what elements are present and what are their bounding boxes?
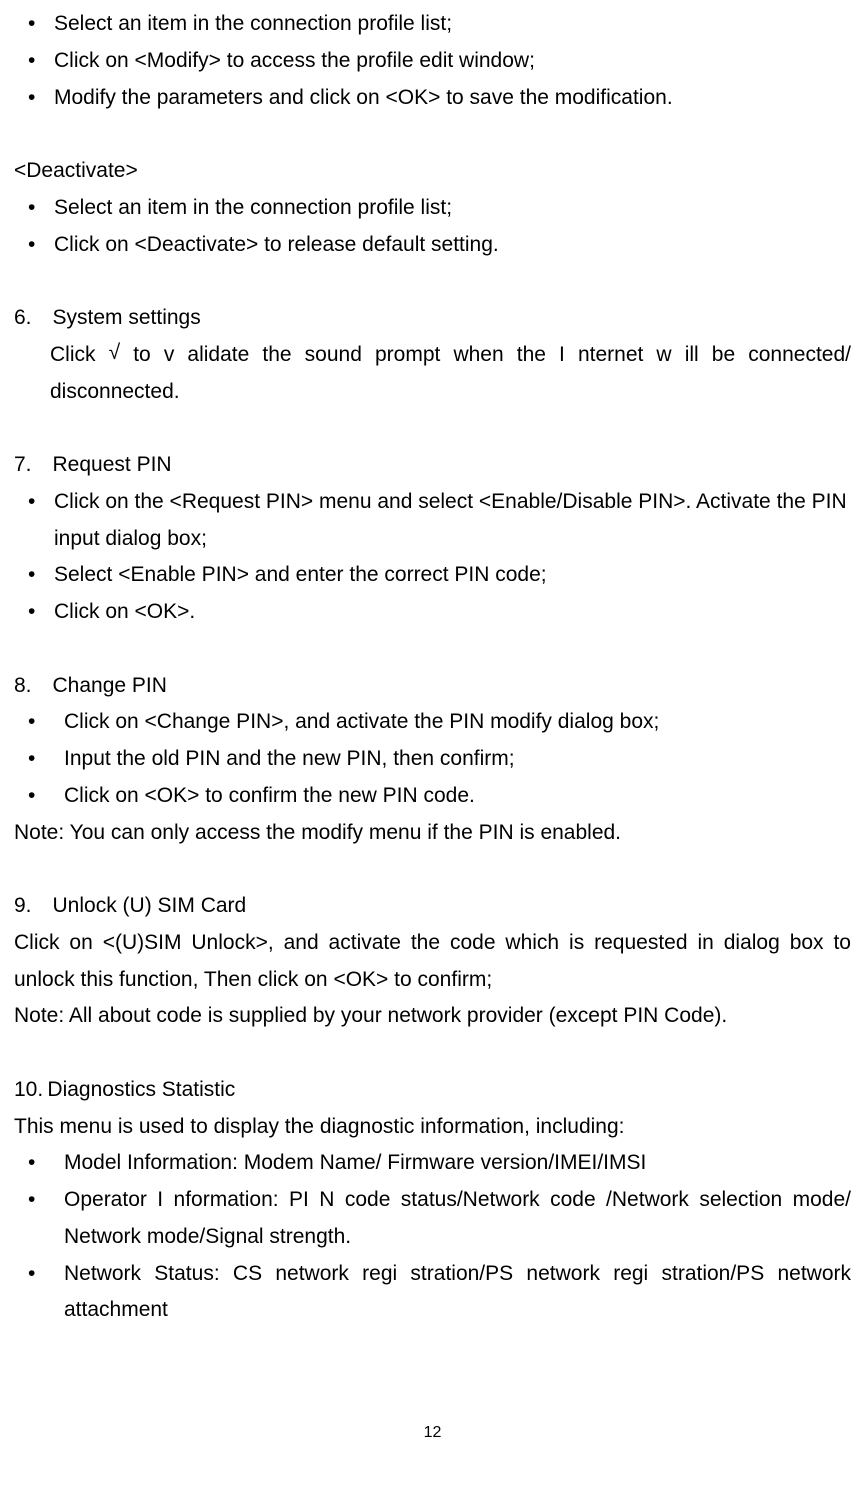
section-8-heading: 8. Change PIN [14, 668, 851, 705]
deactivate-bullets: Select an item in the connection profile… [14, 190, 851, 264]
list-item: Model Information: Modem Name/ Firmware … [14, 1145, 851, 1182]
list-item: Click on <Modify> to access the profile … [14, 43, 851, 80]
list-item: Input the old PIN and the new PIN, then … [14, 741, 851, 778]
page-number: 12 [14, 1419, 851, 1447]
list-item: Select an item in the connection profile… [14, 190, 851, 227]
section-10-intro: This menu is used to display the diagnos… [14, 1109, 851, 1146]
section-10-bullets: Model Information: Modem Name/ Firmware … [14, 1145, 851, 1329]
deactivate-heading: <Deactivate> [14, 153, 851, 190]
checkbox-icon: √ [109, 335, 121, 372]
list-item: Click on <Change PIN>, and activate the … [14, 704, 851, 741]
list-item: Select <Enable PIN> and enter the correc… [14, 557, 851, 594]
section-9-heading: 9. Unlock (U) SIM Card [14, 888, 851, 925]
text-suffix: to v alidate the sound prompt when the I… [50, 343, 851, 403]
list-item: Click on <OK> to confirm the new PIN cod… [14, 778, 851, 815]
list-item: Click on the <Request PIN> menu and sele… [14, 484, 851, 558]
section-6-body: Click √ to v alidate the sound prompt wh… [14, 337, 851, 411]
modify-bullets: Select an item in the connection profile… [14, 6, 851, 116]
section-7-heading: 7. Request PIN [14, 447, 851, 484]
section-10-heading: 10. Diagnostics Statistic [14, 1072, 851, 1109]
list-item: Click on <OK>. [14, 594, 851, 631]
section-7-bullets: Click on the <Request PIN> menu and sele… [14, 484, 851, 631]
list-item: Select an item in the connection profile… [14, 6, 851, 43]
section-8-bullets: Click on <Change PIN>, and activate the … [14, 704, 851, 814]
section-8-note: Note: You can only access the modify men… [14, 815, 851, 852]
section-9-note: Note: All about code is supplied by your… [14, 998, 851, 1035]
section-6-heading: 6. System settings [14, 300, 851, 337]
list-item: Operator I nformation: PI N code status/… [14, 1182, 851, 1256]
list-item: Click on <Deactivate> to release default… [14, 227, 851, 264]
text-prefix: Click [50, 343, 109, 366]
section-9-body: Click on <(U)SIM Unlock>, and activate t… [14, 925, 851, 999]
list-item: Network Status: CS network regi stration… [14, 1256, 851, 1330]
list-item: Modify the parameters and click on <OK> … [14, 80, 851, 117]
